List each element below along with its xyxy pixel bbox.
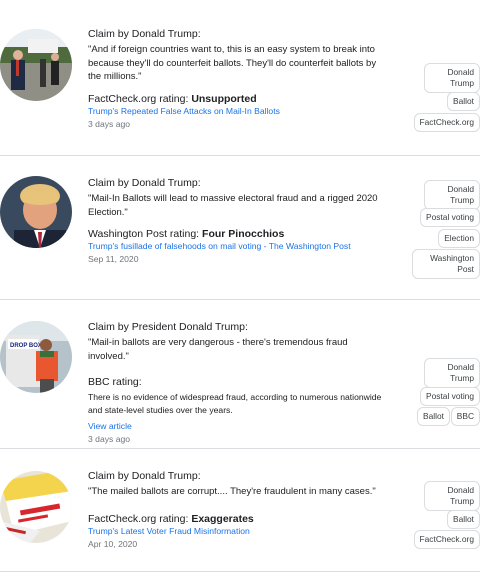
claim-text: "Mail-in ballots are very dangerous - th…: [88, 337, 348, 362]
fact-check-card: Claim by Donald Trump: "Mail-In Ballots …: [0, 156, 480, 300]
mailed-ballots-photo[interactable]: [0, 471, 72, 543]
tag-chip[interactable]: BBC: [450, 407, 480, 426]
rating-value: Exaggerates: [191, 512, 254, 525]
article-link[interactable]: Trump's Repeated False Attacks on Mail-I…: [88, 106, 388, 117]
claim-text: "And if foreign countries want to, this …: [88, 44, 377, 82]
tag-chip[interactable]: FactCheck.org: [413, 530, 480, 549]
view-article-link[interactable]: View article: [88, 421, 388, 432]
publisher-name: FactCheck.org: [88, 92, 157, 105]
article-link[interactable]: Trump's Latest Voter Fraud Misinformatio…: [88, 526, 388, 537]
rating-value: Four Pinocchios: [202, 228, 285, 240]
tag-chip[interactable]: Ballot: [447, 510, 480, 529]
claim-author: Claim by President Donald Trump:: [88, 321, 248, 333]
tag-chip[interactable]: Postal voting: [420, 208, 480, 227]
claim-text: "Mail-In Ballots will lead to massive el…: [88, 193, 378, 218]
trump-portrait-photo[interactable]: [0, 176, 72, 248]
rating-line: Washington Post rating: Four Pinocchios: [88, 227, 388, 241]
rating-description: There is no evidence of widespread fraud…: [88, 392, 382, 415]
claim-author: Claim by Donald Trump:: [88, 470, 201, 482]
tag-chip[interactable]: Donald Trump: [424, 481, 480, 511]
tag-chip[interactable]: Donald Trump: [424, 358, 480, 388]
tag-chip[interactable]: FactCheck.org: [413, 113, 480, 132]
tag-chip[interactable]: Postal voting: [420, 387, 480, 406]
tag-chip[interactable]: Ballot: [417, 407, 450, 426]
article-link[interactable]: Trump's fusillade of falsehoods on mail …: [88, 241, 388, 252]
tag-chip[interactable]: Washington Post: [412, 249, 480, 279]
claim-author: Claim by Donald Trump:: [88, 28, 201, 40]
fact-check-card: DROP BOX Claim by President Donald Trump…: [0, 300, 480, 449]
publish-date: Sep 11, 2020: [88, 254, 139, 264]
fact-check-card: Claim by Donald Trump: "The mailed ballo…: [0, 449, 480, 572]
publisher-name: BBC: [88, 376, 110, 388]
tag-chip[interactable]: Donald Trump: [424, 180, 480, 210]
tag-chip[interactable]: Ballot: [447, 92, 480, 111]
svg-text:DROP BOX: DROP BOX: [10, 343, 42, 349]
rating-line: BBC rating:: [88, 375, 388, 389]
tag-chip[interactable]: Election: [438, 229, 480, 248]
rating-label: rating:: [156, 92, 192, 105]
rating-label: rating:: [167, 228, 203, 240]
mail-drop-box-photo[interactable]: DROP BOX: [0, 321, 72, 393]
fact-check-card: Claim by Donald Trump: "And if foreign c…: [0, 0, 480, 156]
rating-line: FactCheck.org rating: Unsupported: [88, 92, 388, 106]
tag-chip[interactable]: Donald Trump: [424, 63, 480, 93]
rating-line: FactCheck.org rating: Exaggerates: [88, 512, 388, 526]
rating-label: rating:: [109, 376, 142, 388]
claim-author: Claim by Donald Trump:: [88, 177, 201, 189]
publisher-name: Washington Post: [88, 228, 167, 240]
rating-value: Unsupported: [191, 92, 257, 105]
publisher-name: FactCheck.org: [88, 512, 157, 525]
publish-date: Apr 10, 2020: [88, 538, 138, 549]
trump-outdoor-photo[interactable]: [0, 29, 72, 101]
rating-label: rating:: [156, 512, 192, 525]
claim-text: "The mailed ballots are corrupt.... They…: [88, 486, 376, 497]
publish-date: 3 days ago: [88, 434, 131, 444]
publish-date: 3 days ago: [88, 118, 131, 129]
